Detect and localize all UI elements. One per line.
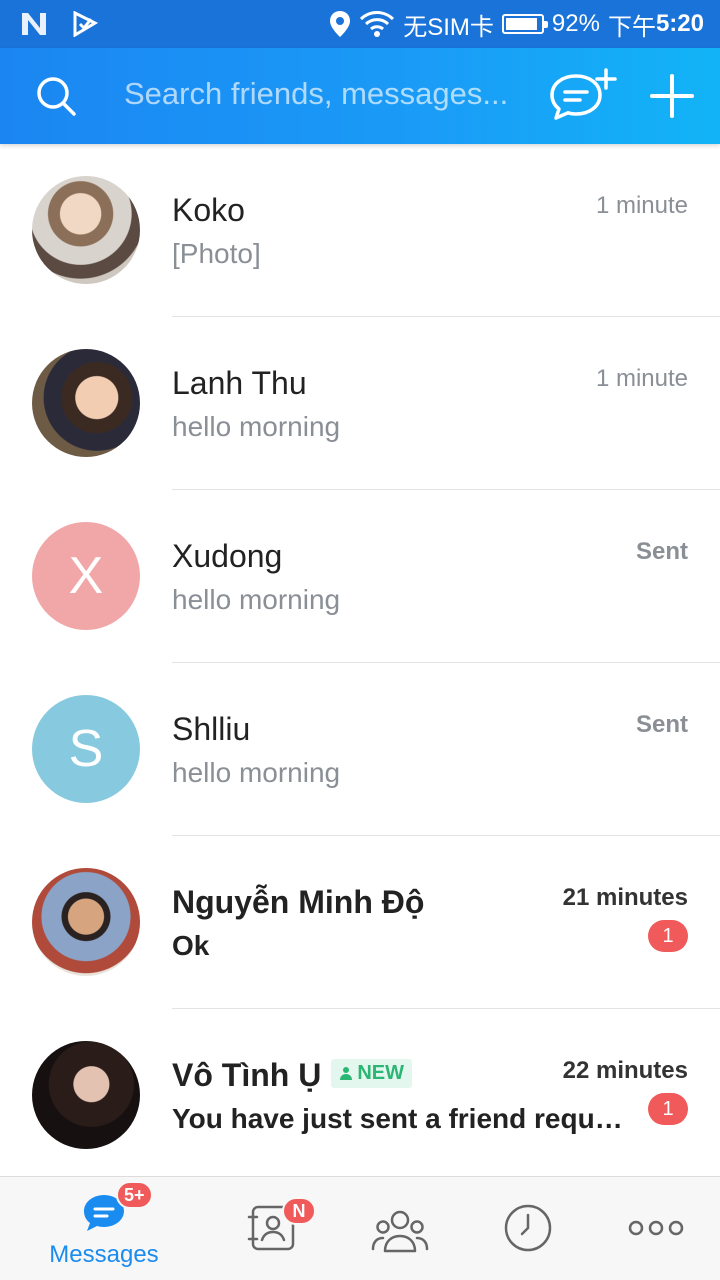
message-time: 1 minute	[595, 192, 688, 219]
sim-status: 无SIM卡	[403, 13, 494, 41]
message-preview: hello morning	[172, 411, 341, 442]
message-time: 22 minutes	[562, 1057, 688, 1084]
unread-count-badge: 1	[648, 1093, 688, 1125]
message-status: Sent	[635, 711, 688, 738]
tab-groups[interactable]	[328, 1177, 472, 1280]
time-prefix: 下午	[607, 13, 656, 41]
conversation-list: Koko [Photo] 1 minute Lanh Thu hello mor…	[0, 144, 720, 1182]
more-icon	[628, 1220, 684, 1236]
clock-icon	[504, 1204, 552, 1252]
check-notification-icon	[73, 11, 98, 37]
tab-messages[interactable]: 5+ Messages	[32, 1177, 176, 1280]
conversation-row[interactable]: X Xudong hello morning Sent	[0, 490, 720, 663]
avatar[interactable]	[32, 349, 140, 457]
tab-more[interactable]	[584, 1177, 720, 1280]
avatar[interactable]	[32, 1041, 140, 1149]
message-preview: hello morning	[172, 584, 341, 615]
new-tag-label: NEW	[357, 1061, 404, 1084]
conversation-row[interactable]: Lanh Thu hello morning 1 minute	[0, 317, 720, 490]
tab-contacts[interactable]: N	[200, 1177, 344, 1280]
contact-name: Nguyễn Minh Độ	[172, 884, 425, 920]
contacts-badge: N	[282, 1197, 316, 1225]
bottom-navigation: 5+ Messages N	[0, 1176, 720, 1280]
person-icon	[340, 1067, 353, 1080]
clock: 5:20	[655, 10, 704, 37]
wifi-icon	[360, 11, 395, 37]
message-status: Sent	[635, 538, 688, 565]
battery-percent: 92%	[551, 10, 600, 37]
unread-count-badge: 1	[648, 920, 688, 952]
conversation-row[interactable]: Koko [Photo] 1 minute	[0, 144, 720, 317]
avatar[interactable]: S	[32, 695, 140, 803]
message-preview: hello morning	[172, 757, 341, 788]
contact-name: Lanh Thu	[172, 365, 307, 401]
battery-icon	[501, 14, 548, 34]
message-preview: [Photo]	[172, 238, 261, 269]
message-preview: Ok	[172, 930, 210, 961]
message-time: 1 minute	[595, 365, 688, 392]
tab-messages-label: Messages	[49, 1241, 159, 1268]
conversation-row[interactable]: Vô Tình Ụ NEW You have just sent a friend…	[0, 1009, 720, 1182]
groups-icon	[371, 1210, 429, 1253]
location-icon	[330, 11, 351, 37]
contact-name: Shlliu	[172, 711, 251, 747]
contact-name: Xudong	[172, 538, 283, 574]
avatar[interactable]	[32, 868, 140, 976]
new-group-chat-icon[interactable]	[546, 68, 618, 124]
contact-name: Vô Tình Ụ	[172, 1057, 322, 1093]
battery-level-fill	[505, 18, 538, 30]
tab-timeline[interactable]	[456, 1177, 600, 1280]
top-app-bar: Search friends, messages...	[0, 48, 720, 144]
contact-name: Koko	[172, 192, 245, 228]
messages-badge: 5+	[116, 1181, 153, 1209]
search-input[interactable]: Search friends, messages...	[124, 76, 524, 112]
message-time: 21 minutes	[562, 884, 688, 911]
avatar[interactable]: X	[32, 522, 140, 630]
avatar[interactable]	[32, 176, 140, 284]
new-friend-tag: NEW	[331, 1058, 412, 1088]
contact-name-wrapper: Vô Tình Ụ NEW	[172, 1057, 412, 1094]
message-preview: You have just sent a friend request...	[172, 1103, 632, 1134]
conversation-row[interactable]: S Shlliu hello morning Sent	[0, 663, 720, 836]
conversation-row[interactable]: Nguyễn Minh Độ Ok 21 minutes 1	[0, 836, 720, 1009]
n-notification-icon	[22, 13, 46, 35]
search-icon[interactable]	[34, 74, 78, 118]
status-bar: 无SIM卡 92% 下午 5:20	[0, 0, 720, 48]
add-icon[interactable]	[648, 72, 696, 120]
